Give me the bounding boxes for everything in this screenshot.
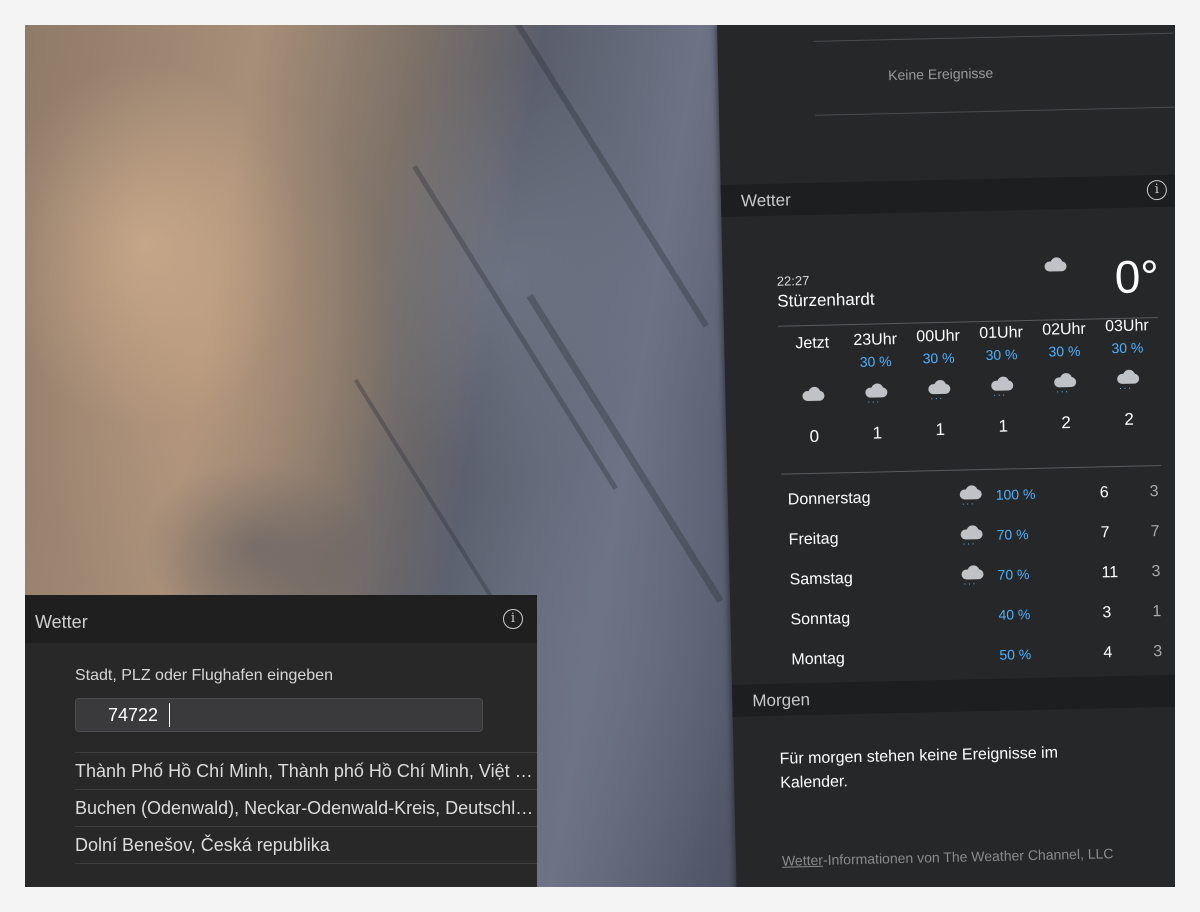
divider — [815, 106, 1175, 116]
hour-temp: 2 — [1124, 409, 1134, 429]
tomorrow-text: Für morgen stehen keine Ereignisse im Ka… — [779, 744, 1059, 792]
weather-credit-link[interactable]: Wetter — [782, 852, 823, 869]
daily-row: Samstag ∙∙∙ 70 % 11 3 — [789, 558, 1175, 597]
day-precip: 70 % — [997, 566, 1030, 583]
info-icon[interactable]: i — [1146, 179, 1168, 201]
day-high: 7 — [1100, 524, 1110, 542]
day-precip: 100 % — [995, 485, 1036, 503]
weather-credit-text: -Informationen von The Weather Channel, … — [822, 845, 1114, 868]
hour-precip: 30 % — [922, 349, 955, 367]
hour-temp: 1 — [872, 423, 883, 443]
hour-precip — [783, 356, 843, 373]
config-header: Wetter i — [25, 595, 537, 643]
divider — [813, 32, 1174, 42]
hourly-item: 00Uhr 30 % ∙∙∙ 1 — [908, 327, 971, 440]
hourly-item: 23Uhr 30 % ∙∙∙ 1 — [845, 331, 908, 444]
hour-label: 02Uhr — [1042, 320, 1086, 339]
rain-icon: ∙∙∙ — [956, 523, 987, 554]
day-high: 3 — [1102, 604, 1112, 622]
hour-label: 00Uhr — [916, 327, 961, 346]
tomorrow-title: Morgen — [752, 690, 811, 711]
cloud-icon — [1042, 257, 1068, 272]
rain-icon: ∙∙∙ — [909, 375, 970, 412]
hour-precip: 30 % — [859, 353, 892, 370]
weather-time: 22:27 — [776, 272, 810, 289]
day-precip: 70 % — [996, 526, 1029, 543]
day-low: 7 — [1150, 523, 1160, 541]
day-precip: 50 % — [999, 646, 1032, 663]
day-name: Freitag — [788, 530, 839, 549]
hourly-item: 03Uhr 30 % ∙∙∙ 2 — [1097, 317, 1160, 430]
info-icon[interactable]: i — [503, 609, 523, 629]
cloud-icon — [783, 382, 844, 419]
hour-precip: 30 % — [1048, 342, 1081, 360]
config-title: Wetter — [35, 612, 88, 632]
day-name: Samstag — [789, 570, 853, 589]
day-low: 3 — [1149, 483, 1159, 501]
daily-row: Montag 50 % 4 3 — [791, 638, 1175, 677]
hour-temp: 0 — [809, 426, 820, 447]
location-prompt: Stadt, PLZ oder Flughafen eingeben — [75, 667, 333, 684]
weather-config-panel: Wetter i Stadt, PLZ oder Flughafen einge… — [25, 595, 537, 887]
daily-row: Freitag ∙∙∙ 70 % 7 7 — [788, 518, 1175, 557]
desktop-wallpaper: Keine Ereignisse Wetter i 22:27 Stürzenh… — [25, 25, 1175, 887]
text-cursor — [169, 703, 170, 727]
hour-temp: 1 — [935, 419, 946, 440]
location-result[interactable]: Dolní Benešov, Česká republika — [75, 826, 537, 864]
rain-icon: ∙∙∙ — [972, 372, 1033, 409]
weather-credit: Wetter-Informationen von The Weather Cha… — [782, 843, 1162, 870]
day-name: Montag — [791, 650, 845, 669]
location-result[interactable]: Buchen (Odenwald), Neckar-Odenwald-Kreis… — [75, 789, 537, 826]
rain-icon: ∙∙∙ — [846, 379, 907, 416]
day-name: Sonntag — [790, 610, 851, 629]
daily-row: Sonntag 40 % 3 1 — [790, 598, 1175, 637]
rain-icon: ∙∙∙ — [1035, 369, 1096, 406]
weather-current-temp: 0° — [1114, 250, 1160, 304]
hourly-item: Jetzt 0 — [782, 334, 845, 447]
divider — [781, 465, 1162, 475]
hourly-item: 01Uhr 30 % ∙∙∙ 1 — [971, 324, 1034, 437]
daily-row: Donnerstag ∙∙∙ 100 % 6 3 — [788, 478, 1175, 517]
location-result[interactable]: Thành Phố Hồ Chí Minh, Thành phố Hồ Chí … — [75, 752, 537, 789]
hour-label: 03Uhr — [1104, 317, 1149, 336]
hour-precip: 30 % — [985, 346, 1018, 363]
location-search-input[interactable] — [75, 698, 483, 732]
tomorrow-header: Morgen — [731, 674, 1175, 717]
weather-widget: 22:27 Stürzenhardt 0° Jetzt 0 23Uhr 30 % ∙∙∙… — [721, 206, 1175, 677]
day-precip: 40 % — [998, 606, 1031, 623]
weather-widget-title: Wetter — [740, 190, 791, 211]
rain-icon: ∙∙∙ — [957, 563, 988, 594]
hour-temp: 1 — [998, 416, 1009, 436]
hour-label: Jetzt — [795, 334, 830, 353]
day-low: 1 — [1152, 603, 1162, 621]
weather-city: Stürzenhardt — [777, 289, 875, 311]
day-high: 6 — [1099, 484, 1109, 502]
rain-icon: ∙∙∙ — [1098, 365, 1159, 402]
day-name: Donnerstag — [787, 489, 871, 509]
hour-label: 01Uhr — [979, 324, 1024, 343]
hour-temp: 2 — [1061, 413, 1072, 433]
notification-center-panel: Keine Ereignisse Wetter i 22:27 Stürzenh… — [717, 25, 1175, 887]
calendar-no-events: Keine Ereignisse — [887, 64, 994, 84]
hour-label: 23Uhr — [853, 331, 898, 349]
day-low: 3 — [1151, 563, 1161, 581]
hourly-item: 02Uhr 30 % ∙∙∙ 2 — [1034, 321, 1097, 434]
rain-icon: ∙∙∙ — [955, 483, 986, 514]
day-low: 3 — [1153, 643, 1163, 661]
hour-precip: 30 % — [1111, 339, 1144, 357]
day-high: 11 — [1101, 564, 1119, 582]
day-high: 4 — [1103, 644, 1113, 662]
